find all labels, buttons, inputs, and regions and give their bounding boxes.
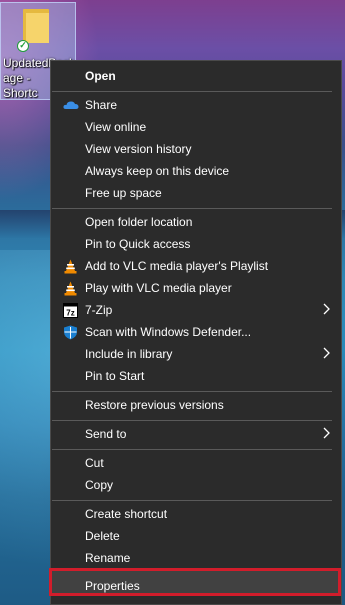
vlc-cone-icon: [63, 281, 78, 296]
submenu-chevron-right-icon: [322, 345, 332, 361]
menu-item-view-version-history[interactable]: View version history: [51, 138, 341, 160]
svg-text:7z: 7z: [66, 309, 74, 318]
menu-item-label: Delete: [85, 529, 120, 543]
menu-item-label: Properties: [85, 579, 140, 593]
menu-item-label: Add to VLC media player's Playlist: [85, 259, 269, 273]
onedrive-cloud-icon: [63, 98, 79, 113]
menu-item-properties[interactable]: Properties: [51, 575, 341, 597]
menu-item-open[interactable]: Open: [51, 65, 341, 87]
menu-separator: [52, 208, 332, 209]
menu-item-label: Restore previous versions: [85, 398, 224, 412]
menu-item-label: Create shortcut: [85, 507, 168, 521]
menu-separator: [52, 391, 332, 392]
menu-item-cut[interactable]: Cut: [51, 452, 341, 474]
menu-item-label: 7-Zip: [85, 303, 113, 317]
menu-item-vlc-playlist[interactable]: Add to VLC media player's Playlist: [51, 255, 341, 277]
menu-separator: [52, 91, 332, 92]
menu-item-open-folder-location[interactable]: Open folder location: [51, 211, 341, 233]
menu-item-vlc-play[interactable]: Play with VLC media player: [51, 277, 341, 299]
menu-item-free-up-space[interactable]: Free up space: [51, 182, 341, 204]
menu-item-label: Share: [85, 98, 118, 112]
menu-item-windows-defender[interactable]: Scan with Windows Defender...: [51, 321, 341, 343]
menu-separator: [52, 420, 332, 421]
menu-item-share[interactable]: Share: [51, 94, 341, 116]
menu-item-copy[interactable]: Copy: [51, 474, 341, 496]
folder-icon: [23, 9, 49, 43]
menu-item-create-shortcut[interactable]: Create shortcut: [51, 503, 341, 525]
menu-item-label: Pin to Quick access: [85, 237, 191, 251]
menu-item-label: Cut: [85, 456, 104, 470]
menu-item-always-keep[interactable]: Always keep on this device: [51, 160, 341, 182]
menu-item-label: View version history: [85, 142, 192, 156]
menu-item-label: Send to: [85, 427, 127, 441]
defender-shield-icon: [63, 325, 78, 340]
sync-status-check-icon: ✓: [17, 40, 29, 52]
menu-item-pin-to-start[interactable]: Pin to Start: [51, 365, 341, 387]
menu-item-send-to[interactable]: Send to: [51, 423, 341, 445]
menu-item-label: View online: [85, 120, 147, 134]
menu-item-label: Pin to Start: [85, 369, 145, 383]
context-menu: Open Share View online View version hist…: [49, 60, 342, 605]
7zip-icon: 7z: [63, 303, 78, 318]
menu-item-rename[interactable]: Rename: [51, 547, 341, 569]
menu-item-label: Open folder location: [85, 215, 193, 229]
menu-item-pin-quick-access[interactable]: Pin to Quick access: [51, 233, 341, 255]
menu-item-label: Open: [85, 69, 116, 83]
vlc-cone-icon: [63, 259, 78, 274]
menu-item-view-online[interactable]: View online: [51, 116, 341, 138]
menu-separator: [52, 449, 332, 450]
submenu-chevron-right-icon: [322, 425, 332, 441]
menu-item-label: Copy: [85, 478, 114, 492]
menu-item-delete[interactable]: Delete: [51, 525, 341, 547]
menu-item-restore-previous-versions[interactable]: Restore previous versions: [51, 394, 341, 416]
menu-item-include-in-library[interactable]: Include in library: [51, 343, 341, 365]
menu-item-label: Include in library: [85, 347, 173, 361]
menu-item-label: Play with VLC media player: [85, 281, 232, 295]
menu-item-label: Free up space: [85, 186, 162, 200]
menu-item-label: Rename: [85, 551, 131, 565]
menu-item-label: Scan with Windows Defender...: [85, 325, 252, 339]
submenu-chevron-right-icon: [322, 301, 332, 317]
menu-separator: [52, 500, 332, 501]
menu-item-7zip[interactable]: 7z 7-Zip: [51, 299, 341, 321]
menu-item-label: Always keep on this device: [85, 164, 230, 178]
